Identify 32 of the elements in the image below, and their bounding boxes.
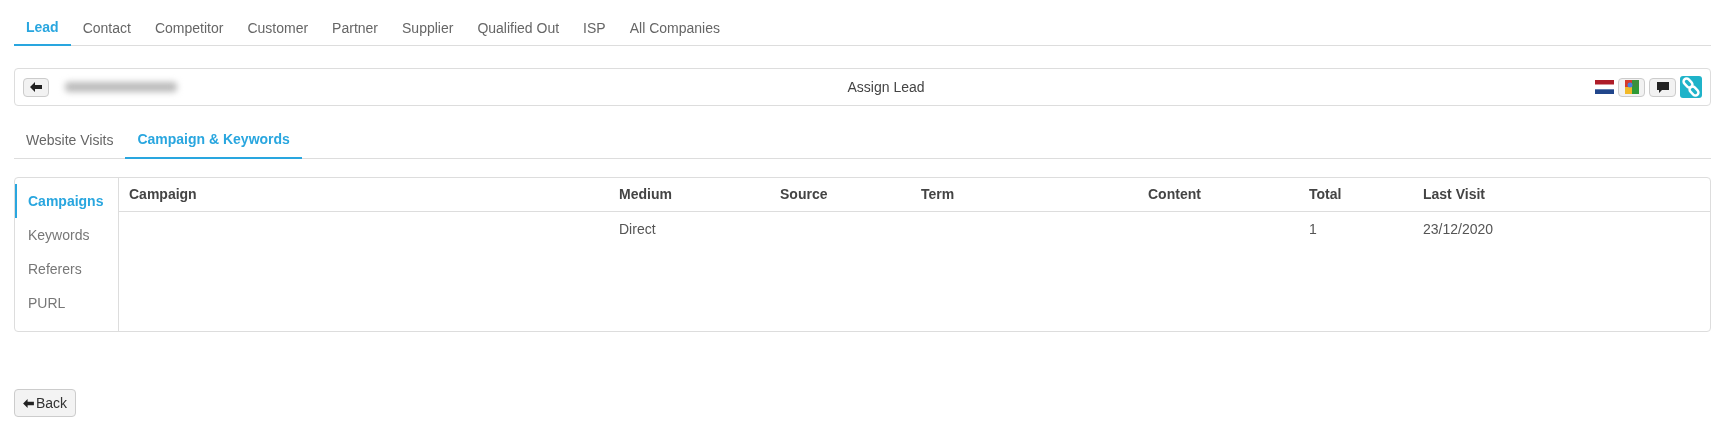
column-header: Total (1308, 185, 1343, 204)
arrow-left-icon (30, 82, 42, 92)
comment-button[interactable] (1649, 77, 1676, 97)
netherlands-flag-icon (1595, 80, 1614, 94)
side-nav-item[interactable]: Keywords (15, 218, 118, 252)
nav-tab[interactable]: All Companies (617, 10, 732, 46)
table-cell: 1 (1309, 221, 1317, 237)
nav-tab[interactable]: Qualified Out (465, 10, 572, 46)
header-title: Assign Lead (847, 77, 925, 97)
column-header: Source (779, 185, 829, 204)
nav-tab[interactable]: Competitor (142, 10, 236, 46)
nav-tab[interactable]: Supplier (390, 10, 466, 46)
back-button[interactable]: Back (14, 389, 77, 417)
table-cell: 23/12/2020 (1423, 221, 1494, 237)
google-button[interactable] (1618, 77, 1645, 97)
nav-tab[interactable]: Partner (320, 10, 390, 46)
section-tab[interactable]: Website Visits (14, 122, 126, 159)
column-header: Last Visit (1422, 185, 1486, 204)
nav-tab[interactable]: ISP (571, 10, 618, 46)
arrow-left-icon (23, 398, 34, 408)
table-cell: Direct (619, 221, 656, 237)
google-icon (1624, 80, 1639, 94)
column-header: Content (1147, 185, 1202, 204)
column-header: Campaign (128, 185, 198, 204)
nav-tab[interactable]: Contact (70, 10, 143, 46)
back-arrow-button[interactable] (23, 77, 49, 97)
side-nav-item[interactable]: Referers (15, 252, 118, 286)
column-header: Term (920, 185, 956, 204)
speech-bubble-icon (1656, 81, 1669, 93)
side-nav-item[interactable]: PURL (15, 286, 118, 320)
nav-tab[interactable]: Customer (235, 10, 321, 46)
column-header: Medium (618, 185, 673, 204)
